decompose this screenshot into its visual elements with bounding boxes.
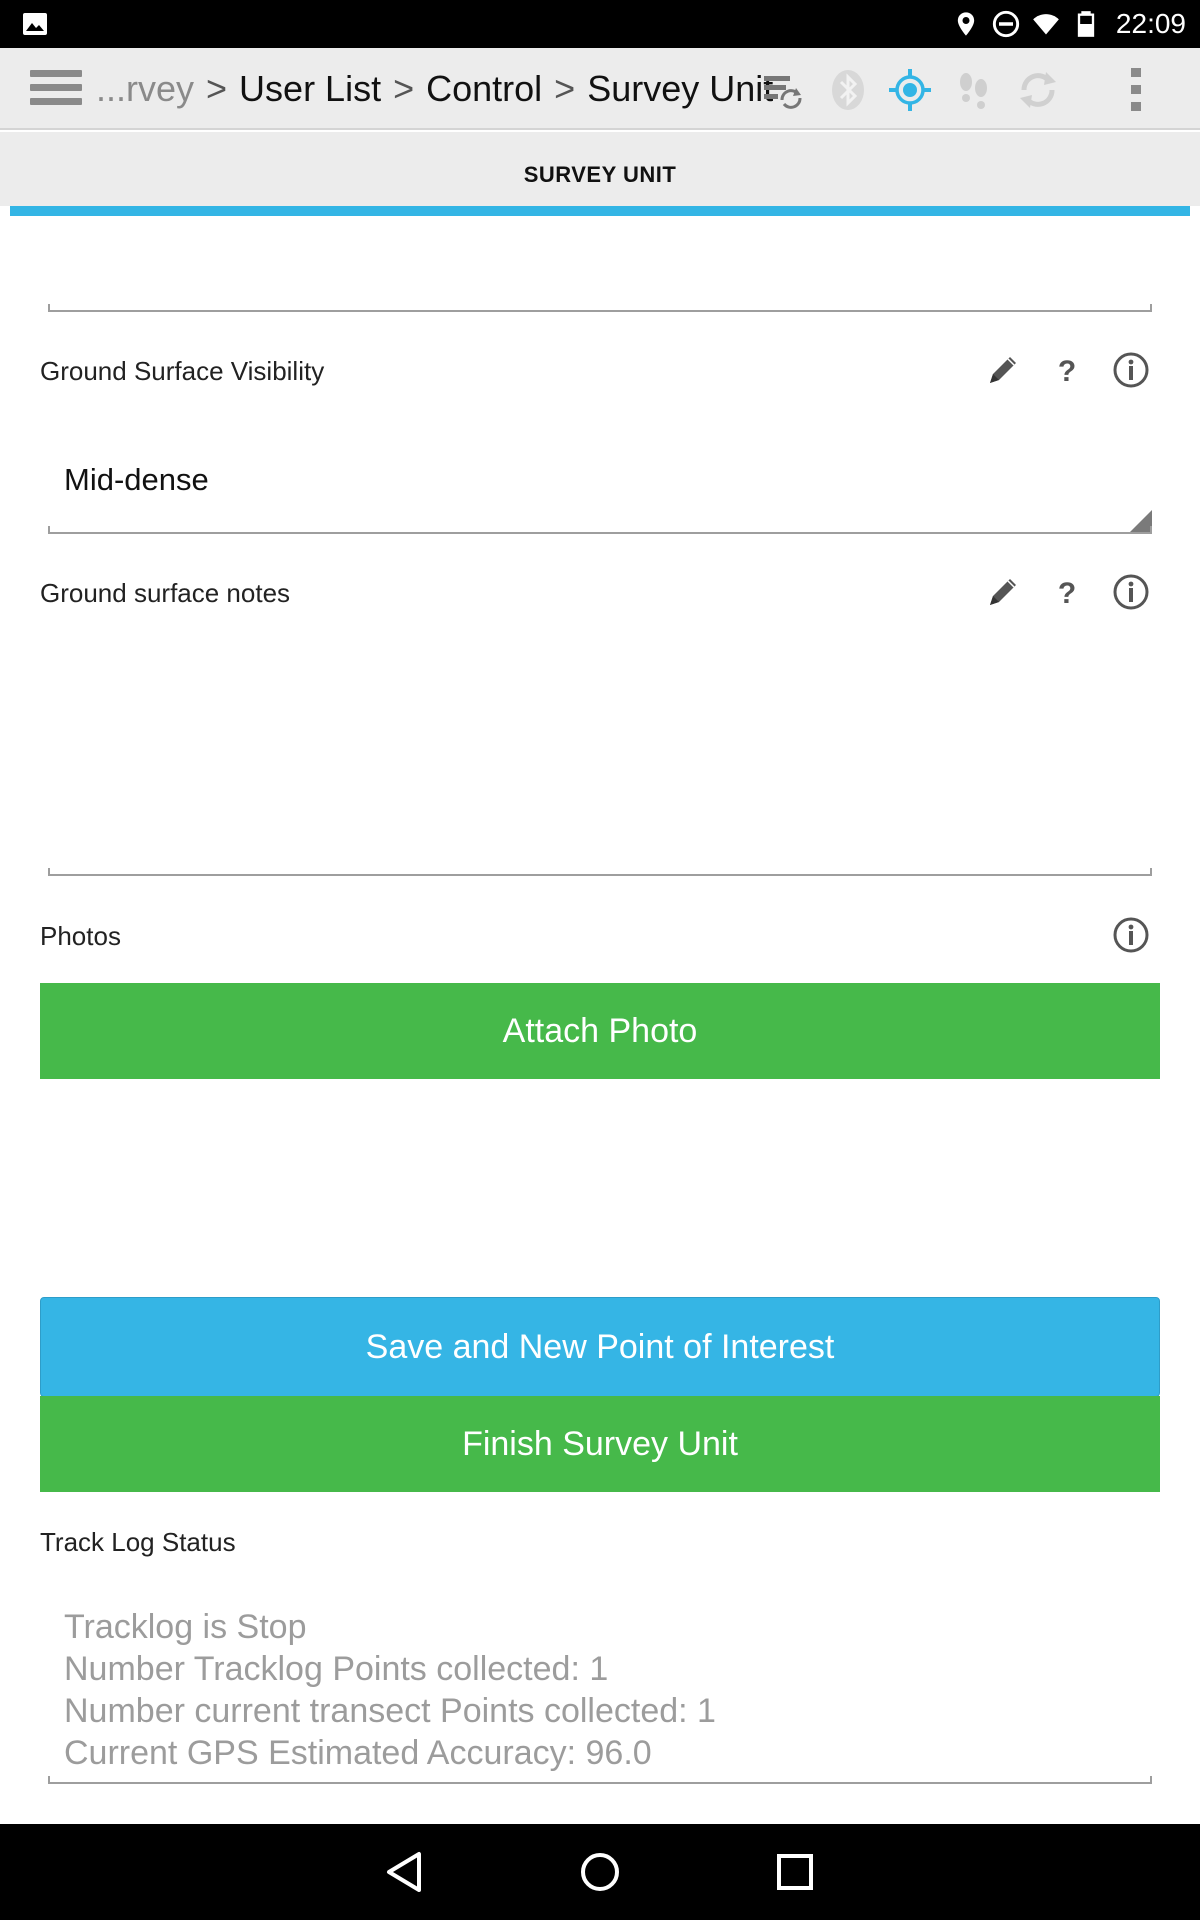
- ground-notes-underline: [48, 868, 1152, 876]
- back-icon[interactable]: [381, 1848, 429, 1896]
- finish-survey-unit-button[interactable]: Finish Survey Unit: [40, 1396, 1160, 1492]
- tab-indicator: [10, 206, 1190, 216]
- track-log-line: Current GPS Estimated Accuracy: 96.0: [64, 1734, 652, 1772]
- save-and-new-poi-button[interactable]: Save and New Point of Interest: [40, 1297, 1160, 1397]
- battery-icon: [1077, 11, 1095, 37]
- attach-photo-button[interactable]: Attach Photo: [40, 983, 1160, 1079]
- wifi-icon: [1033, 14, 1059, 35]
- breadcrumb-control[interactable]: Control: [426, 68, 542, 110]
- image-icon: [23, 13, 47, 35]
- location-icon: [957, 12, 975, 36]
- overflow-menu-icon[interactable]: [1114, 68, 1158, 112]
- ground-notes-actions: ?: [984, 573, 1150, 611]
- refresh-icon[interactable]: [1016, 68, 1060, 112]
- action-bar: ...rvey > User List > Control > Survey U…: [0, 48, 1200, 130]
- ground-visibility-actions: ?: [984, 351, 1150, 389]
- svg-text:?: ?: [1058, 577, 1076, 610]
- breadcrumb: ...rvey > User List > Control > Survey U…: [96, 48, 773, 130]
- ground-notes-textarea[interactable]: [48, 630, 1152, 870]
- screen: 22:09 ...rvey > User List > Control > Su…: [0, 0, 1200, 1920]
- gps-target-icon[interactable]: [888, 68, 932, 112]
- breadcrumb-prefix[interactable]: ...rvey: [96, 68, 194, 110]
- home-icon[interactable]: [576, 1848, 624, 1896]
- pencil-icon[interactable]: [984, 573, 1022, 611]
- help-icon[interactable]: ?: [1048, 351, 1086, 389]
- track-log-line: Number current transect Points collected…: [64, 1692, 716, 1730]
- footsteps-icon[interactable]: [952, 68, 996, 112]
- navigation-bar: [0, 1824, 1200, 1920]
- track-log-line: Number Tracklog Points collected: 1: [64, 1650, 609, 1688]
- breadcrumb-separator: >: [206, 68, 228, 109]
- breadcrumb-user-list[interactable]: User List: [239, 68, 381, 110]
- tab-label: SURVEY UNIT: [523, 162, 677, 187]
- track-log-label: Track Log Status: [40, 1527, 236, 1557]
- svg-text:?: ?: [1058, 355, 1076, 388]
- info-icon[interactable]: [1112, 351, 1150, 389]
- track-log-underline: [48, 1776, 1152, 1784]
- track-log-line: Tracklog is Stop: [64, 1608, 307, 1646]
- help-icon[interactable]: ?: [1048, 573, 1086, 611]
- status-time: 22:09: [1115, 8, 1186, 39]
- status-bar: 22:09: [0, 0, 1200, 48]
- ground-visibility-select[interactable]: Mid-dense: [64, 462, 209, 498]
- tab-survey-unit[interactable]: SURVEY UNIT: [0, 132, 1200, 206]
- dropdown-arrow-icon[interactable]: [1128, 510, 1152, 534]
- do-not-disturb-icon: [992, 10, 1020, 38]
- info-icon[interactable]: [1112, 573, 1150, 611]
- photos-actions: [1112, 916, 1150, 954]
- pencil-icon[interactable]: [984, 351, 1022, 389]
- info-icon[interactable]: [1112, 916, 1150, 954]
- track-log-status: Tracklog is Stop Number Tracklog Points …: [64, 1606, 716, 1774]
- photos-label: Photos: [40, 921, 121, 951]
- ground-notes-label: Ground surface notes: [40, 578, 291, 608]
- ground-visibility-underline: [48, 526, 1152, 534]
- ground-visibility-label: Ground Surface Visibility: [40, 356, 325, 386]
- bluetooth-icon[interactable]: [826, 68, 870, 112]
- breadcrumb-separator: >: [393, 68, 415, 109]
- menu-icon[interactable]: [30, 70, 82, 110]
- recents-icon[interactable]: [771, 1848, 819, 1896]
- previous-field-underline: [48, 304, 1152, 312]
- sync-list-icon[interactable]: [760, 68, 804, 112]
- breadcrumb-survey-unit[interactable]: Survey Unit: [587, 68, 773, 110]
- breadcrumb-separator: >: [554, 68, 576, 109]
